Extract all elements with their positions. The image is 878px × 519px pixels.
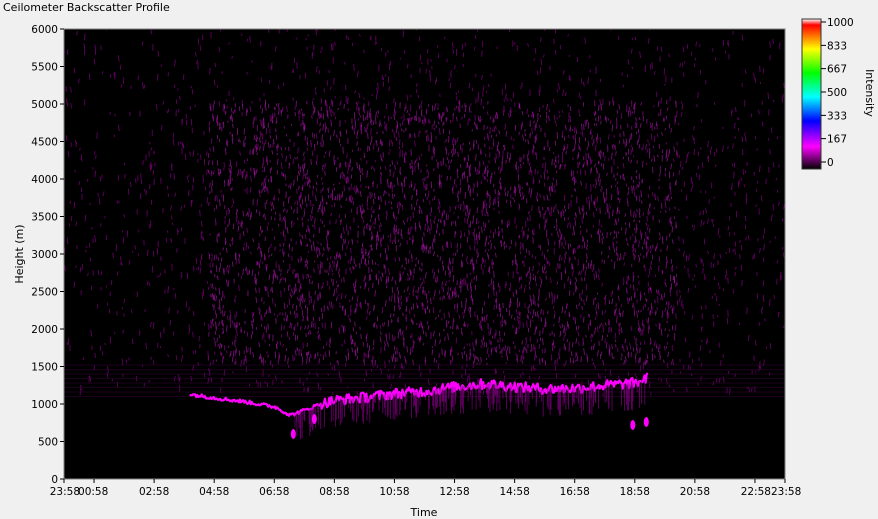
y-tick-label: 1500 bbox=[31, 362, 58, 374]
colorbar-axis: 0 167 333 500 667 833 1000 bbox=[821, 17, 854, 169]
y-axis-label: Height (m) bbox=[13, 224, 26, 283]
y-tick-label: 2000 bbox=[31, 324, 58, 336]
colorbar-tick-label: 167 bbox=[827, 134, 847, 146]
y-tick-label: 6000 bbox=[31, 24, 58, 36]
y-tick-label: 3000 bbox=[31, 249, 58, 261]
cloud-fragment bbox=[290, 429, 296, 439]
cloud-fragment bbox=[630, 420, 636, 430]
x-tick-label: 00:58 bbox=[78, 486, 108, 498]
x-axis: 23:5800:58 02:58 04:58 06:58 08:58 10:58 12:58… bbox=[50, 479, 801, 498]
x-tick-label: 23:58 bbox=[771, 486, 801, 498]
x-tick-label: 20:58 bbox=[680, 486, 710, 498]
y-tick-label: 5500 bbox=[31, 62, 58, 74]
chart-window: Ceilometer Backscatter Profile 0 500 1000 1… bbox=[0, 0, 878, 519]
y-tick-label: 0 bbox=[51, 474, 58, 486]
x-tick-label: 18:58 bbox=[620, 486, 650, 498]
chart-svg: 0500100015002000250030003500400045005000… bbox=[13, 17, 876, 519]
cloud-fragment bbox=[311, 414, 317, 424]
x-tick-label: 06:58 bbox=[259, 486, 289, 498]
colorbar-tick-label: 333 bbox=[827, 110, 847, 122]
cloud-fragment bbox=[643, 417, 649, 427]
x-tick-label: 04:58 bbox=[199, 486, 229, 498]
colorbar-tick-label: 0 bbox=[827, 157, 834, 169]
x-tick-label: 23:58 bbox=[50, 486, 80, 498]
colorbar-tick-label: 1000 bbox=[827, 17, 854, 29]
y-tick-label: 5000 bbox=[31, 99, 58, 111]
x-axis-label: Time bbox=[410, 506, 438, 519]
y-tick-label: 4000 bbox=[31, 174, 58, 186]
colorbar-tick-label: 667 bbox=[827, 64, 847, 76]
plot-area bbox=[64, 29, 785, 479]
y-tick-label: 3500 bbox=[31, 212, 58, 224]
x-tick-label: 10:58 bbox=[379, 486, 409, 498]
x-tick-label: 02:58 bbox=[139, 486, 169, 498]
colorbar-tick-label: 833 bbox=[827, 40, 847, 52]
colorbar bbox=[801, 18, 822, 170]
x-tick-label: 08:58 bbox=[319, 486, 349, 498]
x-tick-label: 16:58 bbox=[560, 486, 590, 498]
colorbar-label: Intensity bbox=[863, 69, 876, 117]
y-tick-label: 4500 bbox=[31, 137, 58, 149]
y-tick-label: 2500 bbox=[31, 287, 58, 299]
y-tick-label: 500 bbox=[38, 437, 58, 449]
y-axis: 0 500 1000 1500 2000 2500 3000 3500 4000 4500 5000… bbox=[31, 24, 64, 486]
x-tick-label: 12:58 bbox=[439, 486, 469, 498]
y-tick-label: 1000 bbox=[31, 399, 58, 411]
x-tick-label: 22:58 bbox=[741, 486, 771, 498]
x-tick-label: 14:58 bbox=[499, 486, 529, 498]
colorbar-tick-label: 500 bbox=[827, 87, 847, 99]
